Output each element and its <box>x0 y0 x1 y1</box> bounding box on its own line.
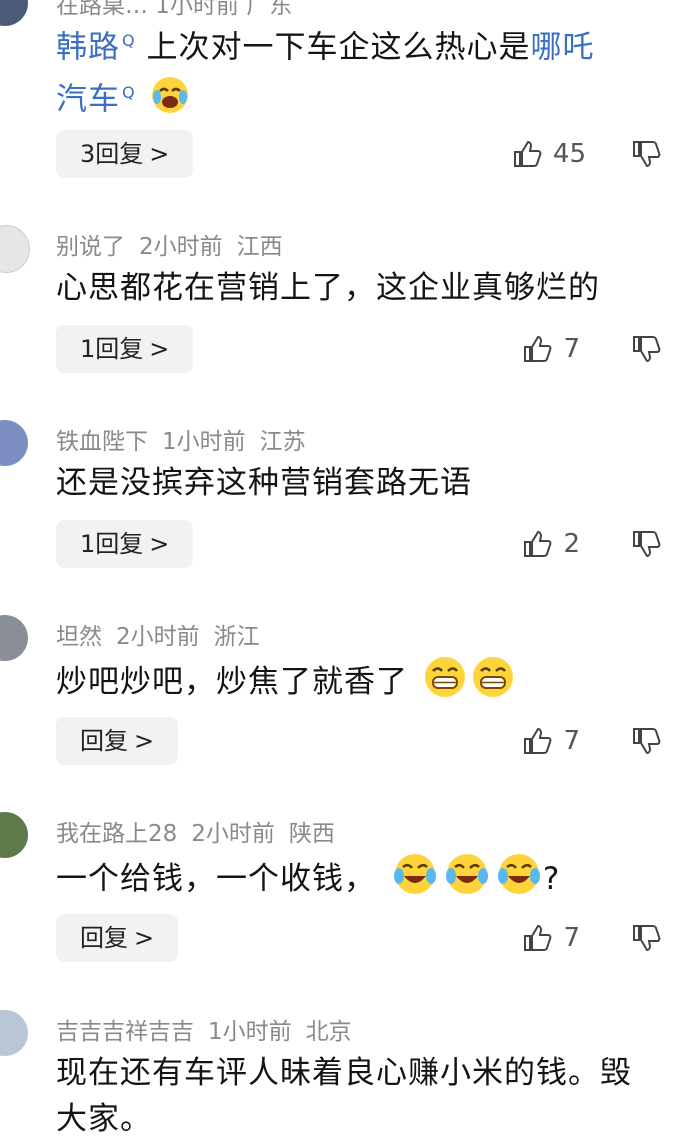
like-count: 7 <box>563 923 580 953</box>
like-count: 2 <box>563 529 580 559</box>
thumbs-up-icon <box>524 924 552 951</box>
comment-text: 现在还有车评人昧着良心赚小米的钱。毁大家。 <box>56 1055 632 1137</box>
laugh-cry-emoji-icon <box>391 852 439 909</box>
comment-text: 韩路 Q 上次对一下车企这么热心是哪吒 汽车 Q <box>56 18 658 128</box>
crying-laugh-emoji-icon <box>150 75 190 128</box>
comment-meta: 别说了 2小时前 江西 <box>56 227 297 261</box>
laugh-cry-emoji-icon <box>443 852 491 909</box>
avatar[interactable] <box>0 0 28 26</box>
comment-meta: 坦然 2小时前 浙江 <box>56 617 274 651</box>
comment-text: 心思都花在营销上了，这企业真够烂的 <box>56 270 600 306</box>
comment-region: 江西 <box>236 234 283 260</box>
thumbs-up-icon <box>524 335 552 362</box>
like-button[interactable]: 7 <box>521 717 580 765</box>
thumbs-up-icon <box>513 140 542 167</box>
topic-link[interactable]: 韩路 <box>56 29 120 65</box>
topic-link[interactable]: 汽车 <box>56 82 120 118</box>
dislike-button[interactable] <box>630 130 662 178</box>
search-icon: Q <box>122 83 136 103</box>
like-button[interactable]: 2 <box>521 520 580 568</box>
comment-text: 还是没摈弃这种营销套路无语 <box>56 465 472 501</box>
like-button[interactable]: 7 <box>521 914 580 962</box>
like-button[interactable]: 45 <box>511 130 586 178</box>
user-name[interactable]: 坦然 <box>56 624 102 650</box>
comment-meta: 铁血陛下 1小时前 江苏 <box>56 422 320 456</box>
like-count: 45 <box>552 139 586 169</box>
thumbs-down-icon <box>633 336 661 363</box>
search-icon: Q <box>122 31 136 50</box>
thumbs-up-icon <box>524 727 552 754</box>
avatar[interactable] <box>0 1010 28 1056</box>
reply-button[interactable]: 回复 > <box>56 914 179 962</box>
cut-off-meta: 在路桌… 1小时前 广东 <box>56 0 293 19</box>
grin-emoji-icon <box>423 655 467 712</box>
avatar[interactable] <box>0 615 28 661</box>
comment-region: 陕西 <box>288 821 335 847</box>
like-count: 7 <box>563 334 580 364</box>
reply-button[interactable]: 1回复 > <box>56 325 194 373</box>
dislike-button[interactable] <box>630 325 662 373</box>
user-name[interactable]: 铁血陛下 <box>56 429 148 455</box>
reply-button[interactable]: 回复 > <box>56 717 179 765</box>
topic-link[interactable]: 哪吒 <box>530 29 594 65</box>
comment-text: 一个给钱，一个收钱， ? <box>56 852 658 909</box>
dislike-button[interactable] <box>630 520 662 568</box>
avatar[interactable] <box>0 225 30 273</box>
dislike-button[interactable] <box>630 914 662 962</box>
comment-time: 1小时前 <box>162 429 246 455</box>
comment-time: 1小时前 <box>208 1019 292 1045</box>
dislike-button[interactable] <box>630 717 662 765</box>
comment-region: 北京 <box>305 1019 352 1045</box>
thumbs-down-icon <box>633 925 661 952</box>
thumbs-up-icon <box>524 530 552 557</box>
avatar[interactable] <box>0 420 28 466</box>
comment-region: 江苏 <box>259 429 306 455</box>
thumbs-down-icon <box>633 531 661 558</box>
thumbs-down-icon <box>633 141 661 168</box>
thumbs-down-icon <box>633 728 661 755</box>
like-button[interactable]: 7 <box>521 325 580 373</box>
comment-time: 2小时前 <box>139 234 223 260</box>
comment-text: 炒吧炒吧，炒焦了就香了 <box>56 655 658 712</box>
user-name[interactable]: 吉吉吉祥吉吉 <box>56 1019 194 1045</box>
comment-meta: 我在路上28 2小时前 陕西 <box>56 814 349 848</box>
avatar[interactable] <box>0 812 28 858</box>
comment-time: 2小时前 <box>191 821 275 847</box>
laugh-cry-emoji-icon <box>495 852 543 909</box>
reply-button[interactable]: 3回复 > <box>56 130 194 178</box>
user-name[interactable]: 别说了 <box>56 234 125 260</box>
user-name[interactable]: 我在路上28 <box>56 821 177 847</box>
comment-meta: 吉吉吉祥吉吉 1小时前 北京 <box>56 1012 366 1046</box>
comment-region: 浙江 <box>213 624 260 650</box>
reply-button[interactable]: 1回复 > <box>56 520 194 568</box>
like-count: 7 <box>563 726 580 756</box>
comment-time: 2小时前 <box>116 624 200 650</box>
grin-emoji-icon <box>471 655 515 712</box>
